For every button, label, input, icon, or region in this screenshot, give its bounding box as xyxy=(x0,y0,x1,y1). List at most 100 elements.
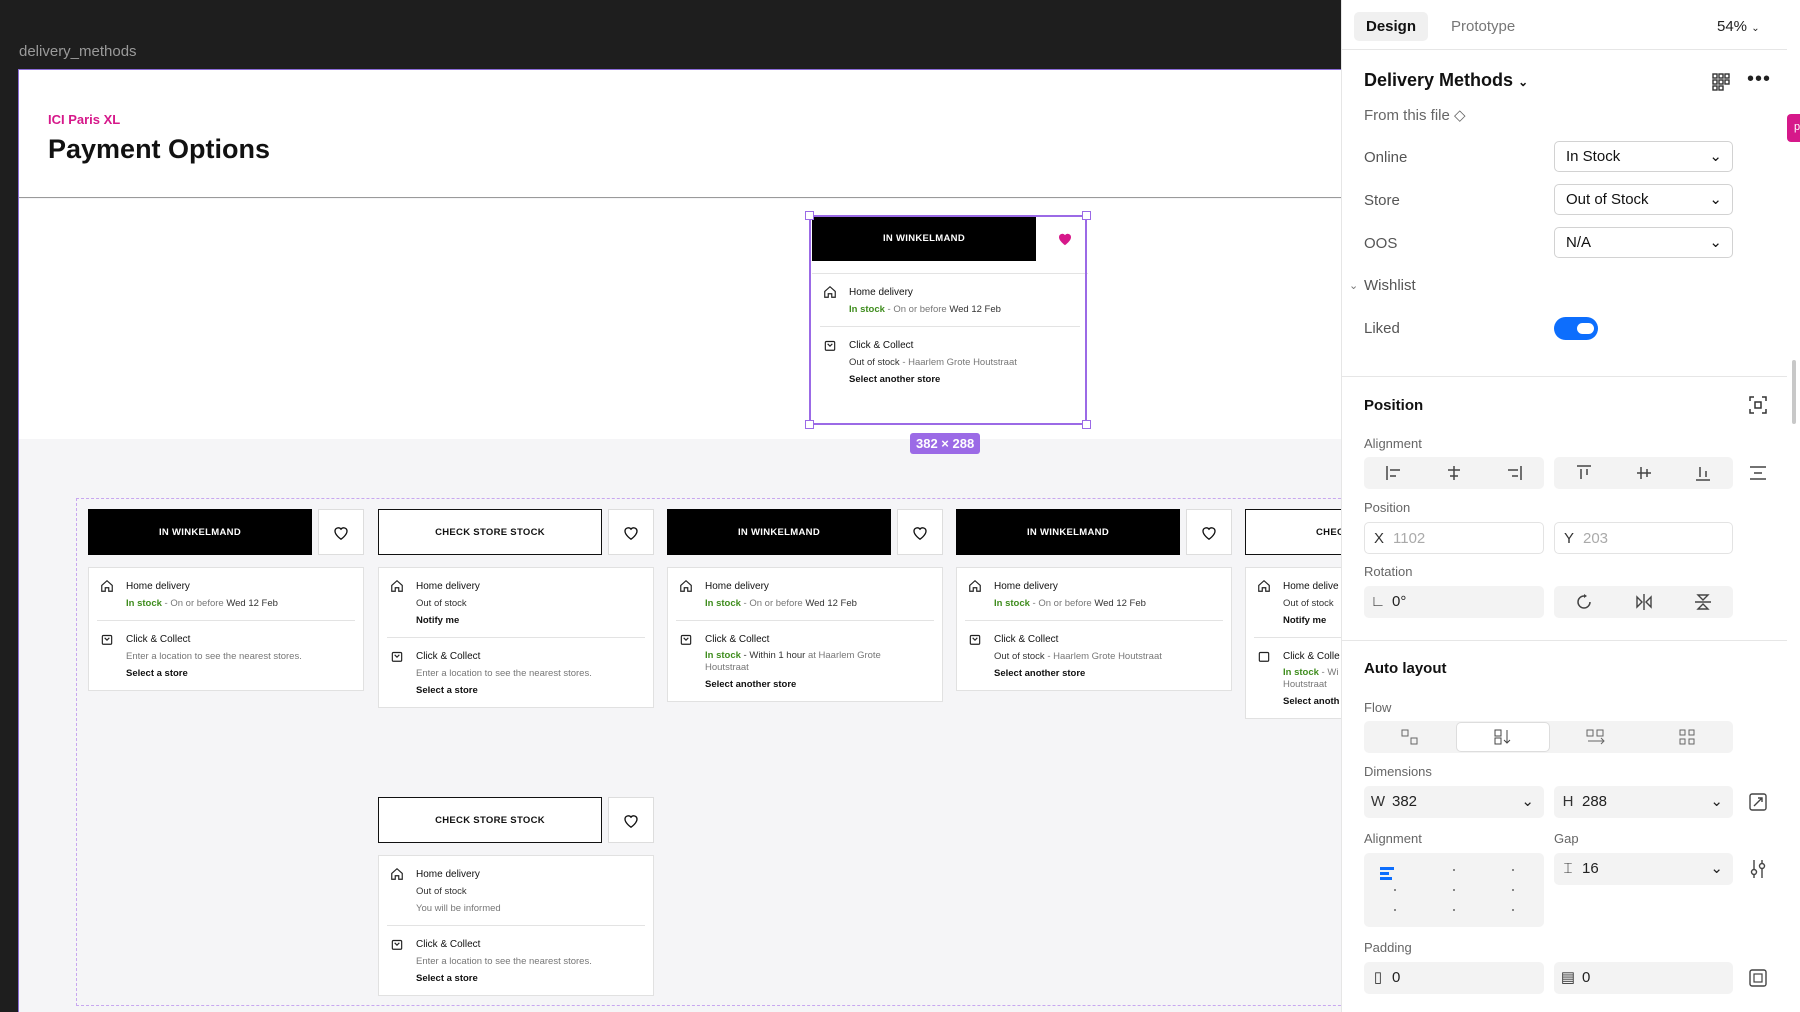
zoom-dropdown[interactable]: 54% ⌄ xyxy=(1717,12,1760,43)
notify-me-link[interactable]: Notify me xyxy=(416,612,643,629)
more-options-icon[interactable]: ••• xyxy=(1747,68,1771,91)
check-store-stock-button[interactable]: CHECK STORE STOCK xyxy=(378,509,602,555)
click-collect-label: Click & Collect xyxy=(416,939,481,950)
store-select[interactable]: Out of Stock ⌄ xyxy=(1554,184,1733,215)
selected-delivery-card[interactable]: IN WINKELMAND Home delivery In stock - O… xyxy=(812,215,1088,425)
align-bottom-icon[interactable] xyxy=(1673,457,1733,489)
check-store-stock-button[interactable]: CHECK xyxy=(1245,509,1341,555)
click-collect-row: Click & Collect Out of stock - Haarlem G… xyxy=(820,326,1080,396)
add-to-cart-button[interactable]: IN WINKELMAND xyxy=(667,509,891,555)
width-input[interactable]: W 382 ⌄ xyxy=(1364,786,1544,818)
resize-to-fit-icon[interactable] xyxy=(1749,793,1767,811)
wishlist-button[interactable] xyxy=(608,509,654,555)
flip-vertical-icon[interactable] xyxy=(1673,586,1733,618)
wishlist-group-title[interactable]: Wishlist xyxy=(1364,277,1416,294)
panel-scrollbar[interactable] xyxy=(1792,360,1796,424)
delivery-info: Home delivery In stock - On or before We… xyxy=(812,273,1088,396)
frame-label[interactable]: delivery_methods xyxy=(19,43,137,60)
delivery-card-5[interactable]: CHECK Home delive Out of stock Notify me… xyxy=(1245,509,1341,719)
align-center-v-icon[interactable] xyxy=(1614,457,1674,489)
component-grid-icon[interactable] xyxy=(1712,73,1730,91)
delivery-card-1[interactable]: IN WINKELMAND Home delivery In stock - O… xyxy=(88,509,364,719)
home-icon xyxy=(1258,579,1270,592)
vertical-padding-input[interactable]: ▤ 0 xyxy=(1554,962,1733,994)
y-position-input[interactable]: Y 203 xyxy=(1554,522,1733,554)
select-another-store-link[interactable]: Select another store xyxy=(849,371,1070,388)
add-to-cart-button[interactable]: IN WINKELMAND xyxy=(956,509,1180,555)
liked-toggle[interactable] xyxy=(1554,317,1598,340)
oos-select[interactable]: N/A ⌄ xyxy=(1554,227,1733,258)
chevron-down-icon: ⌄ xyxy=(1518,75,1529,89)
select-store-link[interactable]: Select a store xyxy=(416,970,635,987)
position-label: Position xyxy=(1364,500,1411,515)
x-position-input[interactable]: X 1102 xyxy=(1364,522,1544,554)
select-another-store-link[interactable]: Select another store xyxy=(705,676,924,693)
properties-panel: Design Prototype 54% ⌄ Delivery Methods … xyxy=(1341,0,1800,1012)
shopping-bag-icon xyxy=(969,634,981,645)
design-canvas[interactable]: delivery_methods ICI Paris XL Payment Op… xyxy=(0,0,1341,1012)
wishlist-button[interactable] xyxy=(608,797,654,843)
rotate-icon[interactable] xyxy=(1554,586,1614,618)
frame-target-icon[interactable] xyxy=(1749,396,1767,414)
gap-input[interactable]: ⌶ 16 ⌄ xyxy=(1554,853,1733,885)
heart-filled-icon xyxy=(1059,233,1071,245)
select-store-link[interactable]: Select a store xyxy=(416,682,635,699)
padding-individual-icon[interactable] xyxy=(1749,969,1767,987)
check-store-stock-button[interactable]: CHECK STORE STOCK xyxy=(378,797,602,843)
selection-dimensions: 382 × 288 xyxy=(910,433,981,454)
wishlist-button[interactable] xyxy=(1186,509,1232,555)
flow-vertical-icon[interactable] xyxy=(1456,722,1550,752)
select-store-link[interactable]: Select a store xyxy=(126,665,345,682)
in-stock-status: In stock xyxy=(849,304,885,315)
gap-icon: ⌶ xyxy=(1563,860,1573,877)
distribute-icon[interactable] xyxy=(1750,466,1766,480)
alignment-label: Alignment xyxy=(1364,831,1422,846)
tab-design[interactable]: Design xyxy=(1354,12,1429,41)
horizontal-padding-input[interactable]: ▯ 0 xyxy=(1364,962,1544,994)
add-to-cart-button[interactable]: IN WINKELMAND xyxy=(88,509,312,555)
select-another-store-link[interactable]: Select another store xyxy=(994,665,1213,682)
alignment-grid[interactable] xyxy=(1364,853,1544,927)
wishlist-button[interactable] xyxy=(897,509,943,555)
chevron-down-icon: ⌄ xyxy=(1709,191,1722,208)
heart-outline-icon xyxy=(913,526,927,540)
tab-prototype[interactable]: Prototype xyxy=(1439,12,1527,41)
delivery-card-2[interactable]: CHECK STORE STOCK Home delivery Out of s… xyxy=(378,509,654,719)
chevron-down-icon: ⌄ xyxy=(1709,234,1722,251)
align-right-icon[interactable] xyxy=(1484,457,1544,489)
flow-freeform-icon[interactable] xyxy=(1364,721,1455,753)
liked-label: Liked xyxy=(1364,320,1400,337)
align-center-h-icon[interactable] xyxy=(1424,457,1484,489)
flow-horizontal-icon[interactable] xyxy=(1551,721,1642,753)
shopping-bag-icon xyxy=(101,634,113,645)
flip-horizontal-icon[interactable] xyxy=(1614,586,1674,618)
click-collect-label: Click & Collect xyxy=(126,634,191,645)
flow-label: Flow xyxy=(1364,700,1392,715)
align-top-icon[interactable] xyxy=(1554,457,1614,489)
click-collect-label: Click & Collect xyxy=(994,634,1059,645)
delivery-card-3[interactable]: IN WINKELMAND Home delivery In stock - O… xyxy=(667,509,943,719)
home-delivery-label: Home delivery xyxy=(849,287,913,298)
chevron-down-icon: ⌄ xyxy=(1710,860,1723,877)
height-input[interactable]: H 288 ⌄ xyxy=(1554,786,1733,818)
delivery-info: Home delive Out of stock Notify me Click… xyxy=(1245,567,1341,719)
component-name[interactable]: Delivery Methods ⌄ xyxy=(1364,70,1528,91)
rotation-input[interactable]: ∟ 0° xyxy=(1364,586,1544,618)
comment-tag[interactable]: pr xyxy=(1787,114,1800,142)
layout-settings-icon[interactable] xyxy=(1750,860,1766,878)
auto-layout-title: Auto layout xyxy=(1364,660,1447,677)
wishlist-button[interactable] xyxy=(1042,215,1088,261)
wishlist-button[interactable] xyxy=(318,509,364,555)
add-to-cart-button[interactable]: IN WINKELMAND xyxy=(812,215,1036,261)
online-select[interactable]: In Stock ⌄ xyxy=(1554,141,1733,172)
click-collect-label: Click & Collect xyxy=(416,651,481,662)
angle-icon: ∟ xyxy=(1370,593,1386,610)
click-collect-label: Click & Collect xyxy=(705,634,770,645)
delivery-info: Home delivery Out of stock Notify me Cli… xyxy=(378,567,654,708)
brand-label: ICI Paris XL xyxy=(48,112,121,127)
collapse-chevron-icon[interactable]: ⌄ xyxy=(1349,279,1358,292)
flow-grid-icon[interactable] xyxy=(1642,721,1733,753)
delivery-card-4[interactable]: IN WINKELMAND Home delivery In stock - O… xyxy=(956,509,1232,719)
align-left-icon[interactable] xyxy=(1364,457,1424,489)
delivery-card-oos[interactable]: CHECK STORE STOCK Home delivery Out of s… xyxy=(378,797,654,997)
